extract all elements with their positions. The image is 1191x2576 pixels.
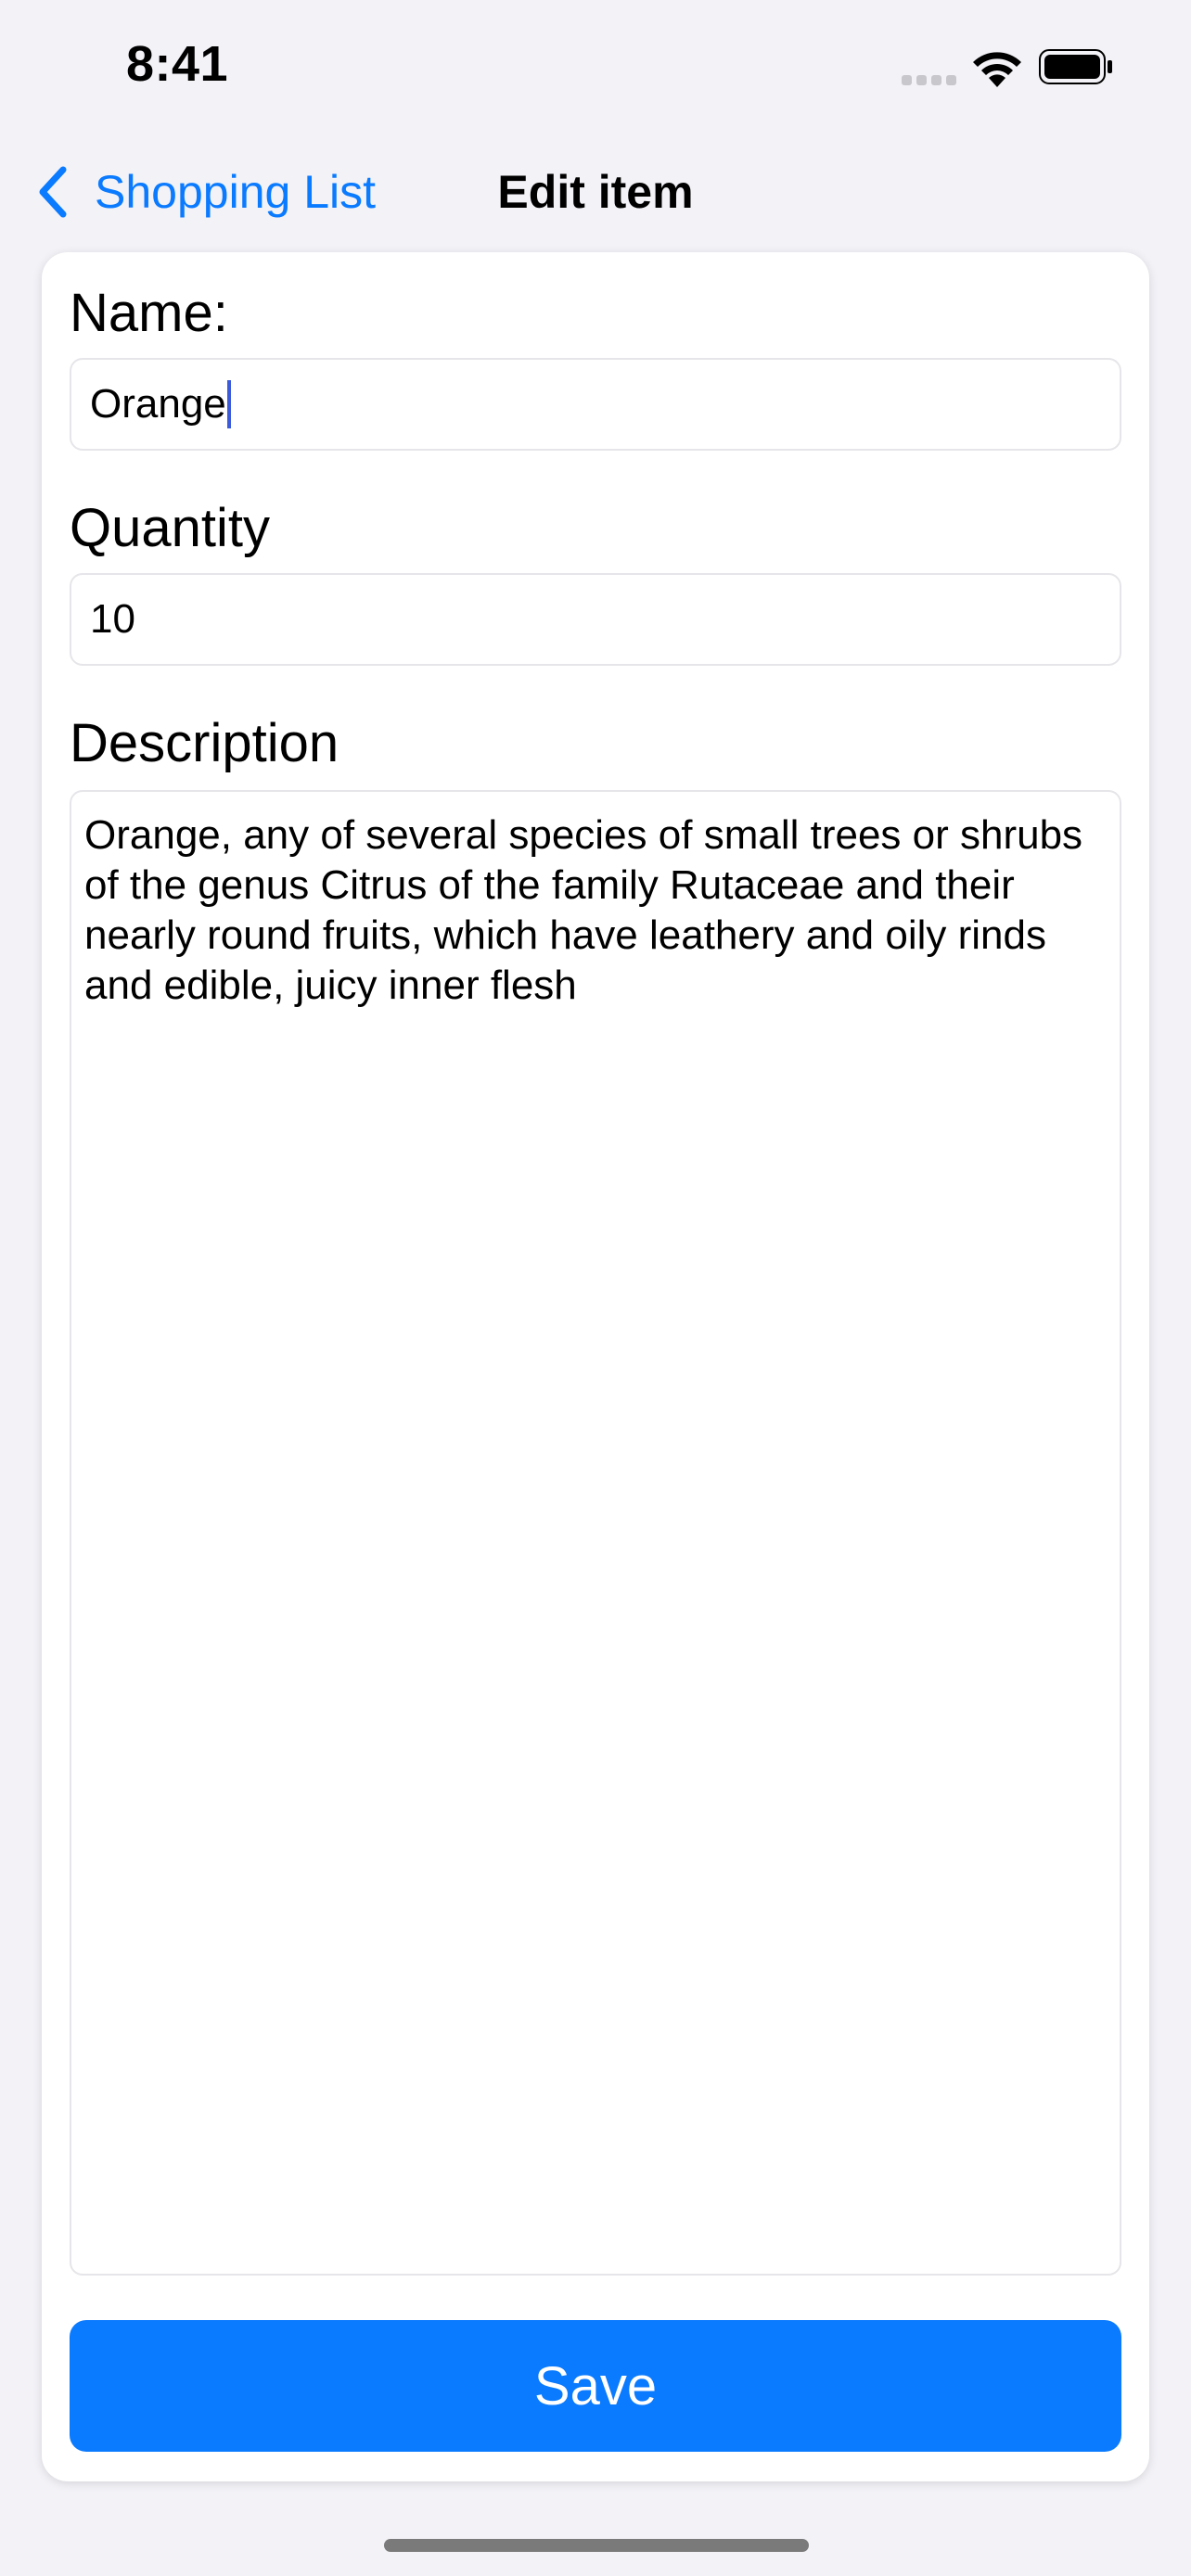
back-button-label: Shopping List xyxy=(95,166,377,218)
edit-item-form: Name: Orange Quantity 10 Description Ora… xyxy=(42,252,1149,2481)
description-value: Orange, any of several species of small … xyxy=(84,812,1083,1008)
home-indicator xyxy=(384,2539,809,2552)
name-label: Name: xyxy=(70,283,228,343)
description-label: Description xyxy=(70,713,339,773)
status-time: 8:41 xyxy=(126,36,229,92)
quantity-label: Quantity xyxy=(70,498,270,558)
battery-icon xyxy=(1039,49,1112,84)
text-cursor xyxy=(226,380,231,428)
back-button[interactable]: Shopping List xyxy=(35,161,376,223)
save-button[interactable]: Save xyxy=(70,2320,1121,2452)
navigation-bar: Edit item Shopping List xyxy=(0,139,1191,250)
cellular-signal-icon xyxy=(902,74,957,85)
description-text-area[interactable]: Orange, any of several species of small … xyxy=(70,790,1121,2276)
name-field-value: Orange xyxy=(90,381,226,427)
quantity-field[interactable]: 10 xyxy=(70,573,1121,666)
quantity-field-value: 10 xyxy=(90,596,135,642)
wifi-icon xyxy=(973,52,1021,87)
name-field[interactable]: Orange xyxy=(70,358,1121,451)
chevron-left-icon xyxy=(39,166,67,218)
status-bar: 8:41 xyxy=(0,0,1191,139)
